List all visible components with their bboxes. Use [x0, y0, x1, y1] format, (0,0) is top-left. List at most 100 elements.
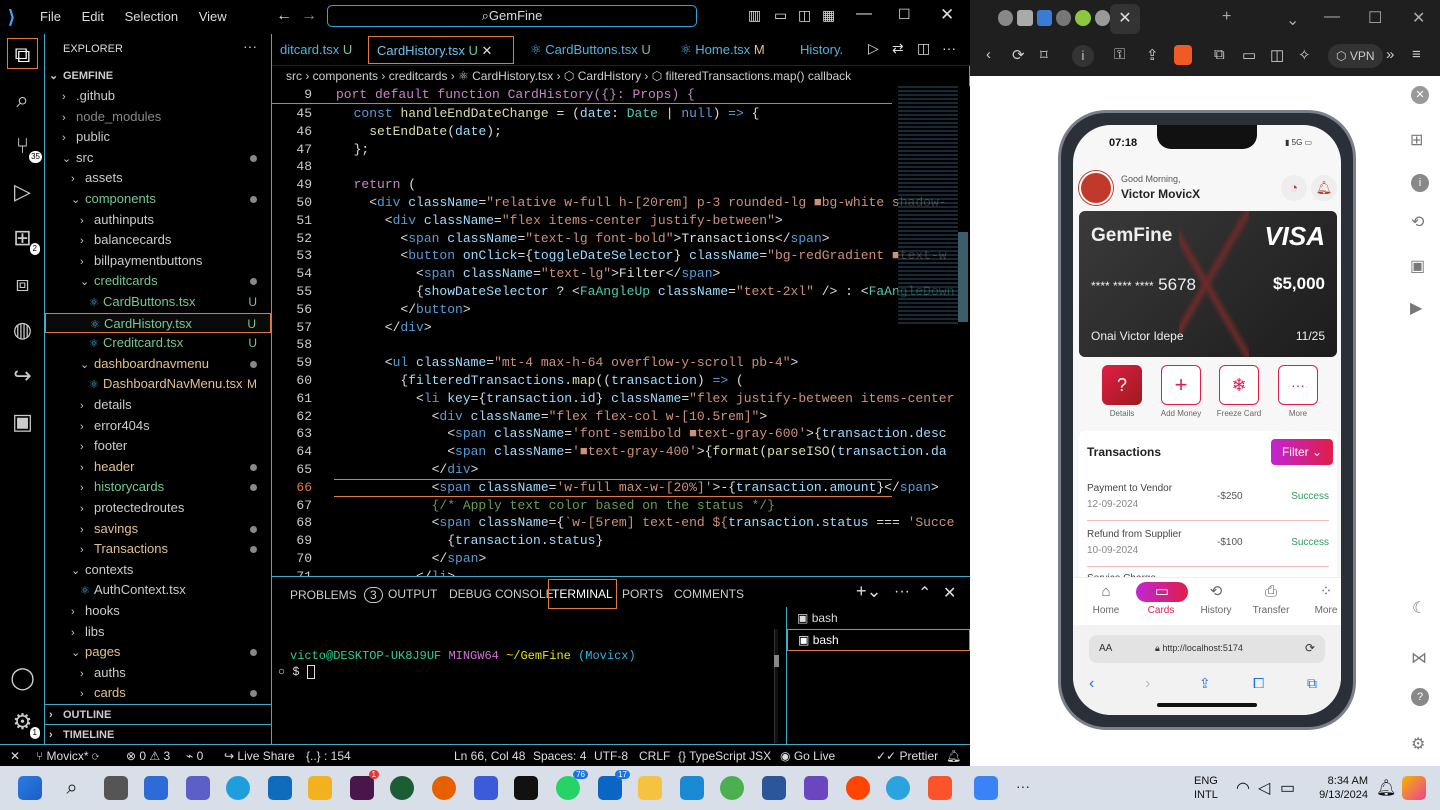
- brave-shield-icon[interactable]: [1174, 45, 1192, 65]
- tab-comments[interactable]: COMMENTS: [674, 587, 744, 601]
- firefox-icon[interactable]: [432, 776, 456, 800]
- new-terminal-icon[interactable]: +⌄: [856, 581, 882, 602]
- outline-section[interactable]: › OUTLINE: [45, 704, 271, 724]
- tab-creditcard[interactable]: ditcard.tsx U: [272, 36, 364, 64]
- menu-view[interactable]: View: [199, 9, 227, 24]
- volume-icon[interactable]: ◁: [1258, 778, 1270, 798]
- run-icon[interactable]: ▷: [868, 40, 879, 57]
- breadcrumb[interactable]: src › components › creditcards › ⚛ CardH…: [272, 66, 970, 86]
- indentation[interactable]: Spaces: 4: [533, 745, 586, 767]
- code-line[interactable]: return (: [338, 177, 416, 192]
- terminal-input[interactable]: ○ $: [278, 665, 315, 679]
- nav-home[interactable]: ⌂ Home: [1081, 582, 1131, 616]
- notification-icon[interactable]: 🔔︎: [1376, 778, 1396, 798]
- folder-item[interactable]: › savings: [45, 519, 271, 539]
- battery-icon[interactable]: ▭: [1280, 778, 1295, 798]
- reload-icon[interactable]: ⟳: [1305, 641, 1315, 655]
- tab-ports[interactable]: PORTS: [622, 587, 663, 601]
- file-explorer-icon[interactable]: [638, 776, 662, 800]
- menu-edit[interactable]: Edit: [82, 9, 104, 24]
- scrollbar-thumb[interactable]: [958, 232, 968, 322]
- edge-icon[interactable]: [226, 776, 250, 800]
- close-icon[interactable]: ✕: [940, 5, 954, 25]
- minimize-icon[interactable]: —: [1324, 8, 1340, 26]
- transaction-row[interactable]: Payment to Vendor 12-09-2024 -$250 Success: [1087, 481, 1329, 521]
- remote-icon[interactable]: ✕: [10, 745, 20, 767]
- tab-favicons[interactable]: [998, 10, 1110, 28]
- live-share-icon[interactable]: ↪: [7, 360, 38, 391]
- folder-item[interactable]: › balancecards: [45, 230, 271, 250]
- folder-item[interactable]: › hooks: [45, 601, 271, 621]
- new-tab-icon[interactable]: +: [1222, 8, 1231, 26]
- url-field[interactable]: AA 🔒︎ http://localhost:5174 ⟳: [1089, 635, 1325, 663]
- tab-terminal[interactable]: TERMINAL: [548, 579, 617, 609]
- accounts-icon[interactable]: ◯: [7, 662, 38, 693]
- tab-debug-console[interactable]: DEBUG CONSOLE: [449, 587, 554, 601]
- teams-icon[interactable]: [186, 776, 210, 800]
- reddit-icon[interactable]: [846, 776, 870, 800]
- capcut-icon[interactable]: [514, 776, 538, 800]
- folder-item[interactable]: ⌄ dashboardnavmenu: [45, 354, 271, 374]
- code-line[interactable]: <span className="text-lg font-bold">Tran…: [338, 231, 829, 246]
- filter-button[interactable]: Filter ⌄: [1271, 439, 1333, 465]
- site-info-icon[interactable]: i: [1072, 45, 1094, 67]
- folder-item[interactable]: › assets: [45, 168, 271, 188]
- linkedin-icon[interactable]: 17: [598, 770, 630, 800]
- share-icon[interactable]: ⇪: [1199, 675, 1211, 692]
- notifications-icon[interactable]: 🔔︎: [946, 745, 961, 767]
- app-purple-icon[interactable]: [804, 776, 828, 800]
- folder-item[interactable]: › libs: [45, 622, 271, 642]
- word-icon[interactable]: [762, 776, 786, 800]
- leo-icon[interactable]: ✧: [1298, 46, 1311, 64]
- branch-status[interactable]: ⑂ Movicx* ⟳: [36, 745, 99, 767]
- start-icon[interactable]: [18, 776, 42, 800]
- folder-item[interactable]: ⌄ creditcards: [45, 271, 271, 291]
- file-item[interactable]: ⚛ CardButtons.tsx U: [45, 292, 271, 312]
- photos-icon[interactable]: [974, 776, 998, 800]
- store-icon[interactable]: [308, 776, 332, 800]
- terminal-scrollbar[interactable]: [774, 629, 779, 743]
- active-tab[interactable]: ✕: [1110, 4, 1140, 34]
- timeline-section[interactable]: › TIMELINE: [45, 724, 271, 744]
- menu-selection[interactable]: Selection: [125, 9, 178, 24]
- comments-icon[interactable]: ▣: [7, 406, 38, 437]
- command-center[interactable]: ⌕GemFine: [327, 5, 697, 27]
- task-view-icon[interactable]: [104, 776, 128, 800]
- folder-item[interactable]: › node_modules: [45, 107, 271, 127]
- code-line[interactable]: {showDateSelector ? <FaAngleUp className…: [338, 284, 954, 299]
- bell-icon[interactable]: 🔔︎: [1311, 175, 1337, 201]
- help-icon[interactable]: ?: [1411, 688, 1429, 706]
- file-item[interactable]: ⚛ AuthContext.tsx: [45, 580, 271, 600]
- terminal-item-bash-2[interactable]: ▣ bash: [787, 629, 970, 651]
- video-icon[interactable]: ▶: [1410, 298, 1422, 318]
- menu-file[interactable]: File: [40, 9, 61, 24]
- bookmark-icon[interactable]: ⌑: [1040, 46, 1048, 64]
- code-line[interactable]: <ul className="mt-4 max-h-64 overflow-y-…: [338, 355, 799, 370]
- file-item[interactable]: ⚛ CardHistory.tsx U: [45, 312, 271, 333]
- app-icon[interactable]: [474, 776, 498, 800]
- folder-item[interactable]: › footer: [45, 436, 271, 456]
- more-actions-icon[interactable]: ···: [243, 38, 257, 54]
- folder-item[interactable]: ⌄ src: [45, 148, 271, 168]
- cursor-position[interactable]: Ln 66, Col 48: [454, 745, 525, 767]
- tab-history[interactable]: History.: [792, 36, 862, 64]
- split-editor-icon[interactable]: ◫: [917, 40, 930, 57]
- action-details[interactable]: ?: [1102, 365, 1142, 405]
- text-size-button[interactable]: AA: [1099, 643, 1112, 654]
- bookmarks-icon[interactable]: ⧠: [1253, 675, 1264, 692]
- tab-output[interactable]: OUTPUT: [388, 587, 437, 601]
- explorer-icon[interactable]: ⧉: [7, 38, 38, 69]
- back-icon[interactable]: ‹: [1089, 675, 1094, 693]
- folder-item[interactable]: › historycards: [45, 477, 271, 497]
- tab-problems[interactable]: PROBLEMS 3: [290, 587, 383, 603]
- ports-status[interactable]: ⌁ 0: [186, 745, 203, 767]
- code-line[interactable]: setEndDate(date);: [338, 124, 502, 139]
- braces-status[interactable]: {..} : 154: [306, 745, 351, 767]
- nav-cards[interactable]: ▭ Cards: [1136, 582, 1188, 616]
- compare-icon[interactable]: ⇄: [892, 40, 904, 57]
- code-line[interactable]: {transaction.status}: [338, 533, 603, 548]
- code-line[interactable]: };: [338, 142, 370, 157]
- code-line[interactable]: {/* Apply text color based on the status…: [338, 498, 775, 513]
- code-line[interactable]: </div>: [338, 320, 432, 335]
- menu-icon[interactable]: ≡: [1412, 46, 1421, 63]
